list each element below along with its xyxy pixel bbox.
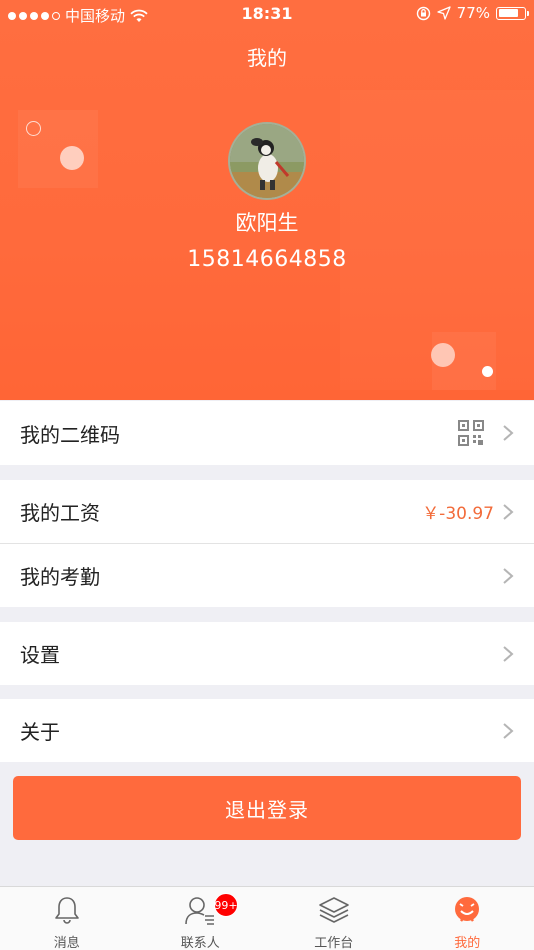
chevron-right-icon <box>503 645 514 662</box>
menu-item-label: 我的考勤 <box>20 565 100 589</box>
menu-item-settings[interactable]: 设置 <box>0 622 534 685</box>
bell-icon <box>54 897 79 924</box>
layers-icon <box>318 897 349 923</box>
header-decoration <box>482 366 493 377</box>
location-arrow-icon <box>437 6 451 20</box>
page-title: 我的 <box>247 46 287 70</box>
workbench-badge: 99+ <box>214 893 238 917</box>
tab-messages[interactable]: 消息 <box>0 887 134 950</box>
tab-workbench[interactable]: 工作台 <box>267 887 401 950</box>
header-decoration <box>60 146 84 170</box>
tab-contacts[interactable]: 联系人 <box>134 887 268 950</box>
tab-label: 我的 <box>454 936 481 950</box>
chevron-right-icon <box>503 722 514 739</box>
logout-button[interactable]: 退出登录 <box>13 776 521 840</box>
battery-level <box>498 9 518 17</box>
menu-item-label: 我的二维码 <box>20 422 120 447</box>
battery-icon <box>496 6 529 20</box>
menu-item-qr-code[interactable]: 我的二维码 <box>0 401 534 465</box>
lock-rotation-icon <box>416 6 430 20</box>
chevron-right-icon <box>503 567 514 584</box>
header-decoration <box>26 121 41 136</box>
tab-mine[interactable]: 我的 <box>401 887 534 950</box>
menu-item-about[interactable]: 关于 <box>0 699 534 762</box>
chevron-right-icon <box>503 425 514 441</box>
qr-code-icon <box>458 420 484 446</box>
profile-header: 中国移动 18:31 77% 我的 欧阳生 15814664858 <box>0 0 534 400</box>
mine-face-icon <box>455 897 480 922</box>
avatar[interactable] <box>228 122 306 200</box>
user-phone: 15814664858 <box>187 247 347 272</box>
status-bar: 中国移动 18:31 77% <box>0 0 534 28</box>
avatar-image <box>230 124 304 198</box>
tab-label: 消息 <box>53 936 80 950</box>
menu-item-label: 设置 <box>20 643 60 667</box>
user-name: 欧阳生 <box>235 211 299 235</box>
tab-bar: 消息 联系人 工作台 我的 <box>0 886 534 950</box>
salary-amount: ￥-30.97 <box>422 504 494 524</box>
battery-percent: 77% <box>456 4 490 22</box>
menu-item-label: 关于 <box>20 720 60 744</box>
menu-item-label: 我的工资 <box>20 501 100 525</box>
tab-label: 工作台 <box>314 936 354 950</box>
contact-icon <box>185 897 215 925</box>
header-decoration <box>431 343 455 367</box>
menu-item-attendance[interactable]: 我的考勤 <box>0 544 534 607</box>
menu-item-salary[interactable]: 我的工资 ￥-30.97 <box>0 480 534 543</box>
chevron-right-icon <box>503 503 514 520</box>
tab-label: 联系人 <box>180 936 220 950</box>
